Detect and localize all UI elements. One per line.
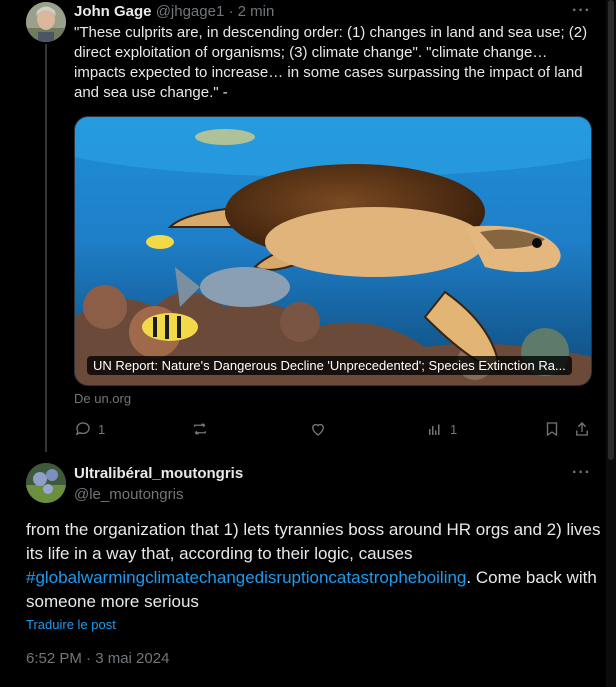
tweet-reply[interactable]: Ultralibéral_moutongris @le_moutongris ·… (0, 452, 606, 687)
time-separator: · (224, 3, 238, 20)
avatar[interactable] (26, 2, 66, 42)
more-icon[interactable]: ··· (572, 2, 591, 20)
author-handle[interactable]: @jhgage1 (156, 3, 225, 20)
thread-connector-line (45, 44, 47, 454)
scrollbar-thumb[interactable] (608, 0, 614, 460)
tweet-text-part: from the organization that 1) lets tyran… (26, 520, 601, 563)
link-card-image[interactable]: UN Report: Nature's Dangerous Decline 'U… (74, 116, 592, 386)
tweet-text: "These culprits are, in descending order… (74, 24, 588, 101)
turtle-photo (75, 117, 591, 385)
reply-count: 1 (98, 421, 106, 437)
tweet-actions: 1 1 (74, 420, 594, 442)
retweet-icon (194, 423, 206, 435)
bookmark-icon (546, 422, 558, 437)
retweet-button[interactable] (191, 420, 215, 438)
views-icon (429, 424, 440, 435)
tweet-timestamp[interactable]: 6:52 PM · 3 mai 2024 (26, 650, 169, 667)
like-icon (312, 423, 324, 436)
views-count: 1 (450, 421, 458, 437)
bookmark-button[interactable] (543, 420, 561, 438)
tweet-time[interactable]: 2 min (238, 3, 275, 20)
avatar[interactable] (26, 463, 66, 503)
reply-icon (75, 422, 90, 436)
link-card-source[interactable]: De un.org (74, 391, 131, 406)
translate-post-link[interactable]: Traduire le post (26, 617, 116, 632)
more-icon[interactable]: ··· (572, 464, 591, 482)
author-handle[interactable]: @le_moutongris (74, 486, 183, 503)
share-button[interactable] (573, 420, 591, 438)
hashtag-link[interactable]: #globalwarmingclimatechangedisruptioncat… (26, 568, 466, 587)
author-name[interactable]: John Gage (74, 3, 152, 20)
tweet-header: John Gage @jhgage1 · 2 min (74, 3, 274, 20)
scrollbar[interactable] (606, 0, 616, 687)
views-button[interactable]: 1 (426, 420, 457, 438)
tweet-original[interactable]: John Gage @jhgage1 · 2 min ··· "These cu… (0, 0, 606, 454)
tweet-text: from the organization that 1) lets tyran… (26, 518, 601, 614)
like-button[interactable] (309, 420, 333, 438)
link-card-title[interactable]: UN Report: Nature's Dangerous Decline 'U… (87, 356, 572, 375)
share-icon (576, 422, 588, 436)
reply-button[interactable]: 1 (74, 420, 105, 438)
author-name[interactable]: Ultralibéral_moutongris (74, 465, 243, 482)
